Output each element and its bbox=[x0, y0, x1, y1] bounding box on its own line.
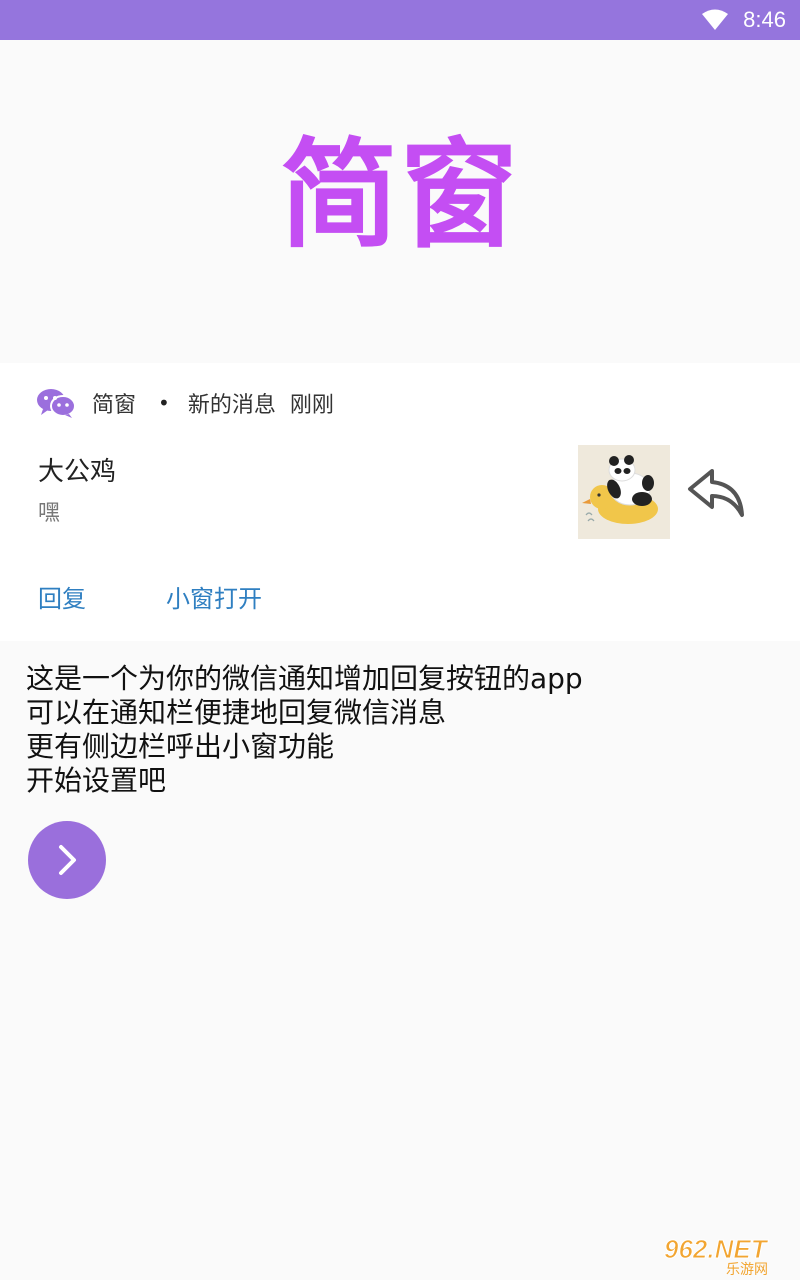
notification-message: 嘿 bbox=[38, 501, 61, 526]
chevron-right-icon bbox=[59, 845, 76, 875]
sender-avatar bbox=[578, 445, 670, 539]
reply-arrow-icon[interactable] bbox=[686, 467, 748, 519]
status-bar: 8:46 bbox=[0, 0, 800, 40]
app-description: 这是一个为你的微信通知增加回复按钮的app 可以在通知栏便捷地回复微信消息 更有… bbox=[26, 662, 766, 798]
panda-duck-avatar bbox=[578, 445, 670, 539]
notification-header: 简窗 • 新的消息 刚刚 bbox=[36, 385, 334, 421]
site-watermark-logo: 962.NET 乐游网 bbox=[664, 1234, 770, 1277]
app-title: 简窗 bbox=[279, 126, 520, 264]
description-line: 这是一个为你的微信通知增加回复按钮的app bbox=[26, 662, 583, 695]
watermark-brand: 962.NET bbox=[664, 1234, 769, 1264]
watermark-site: 乐游网 bbox=[726, 1262, 768, 1276]
notification-separator: • bbox=[158, 391, 170, 415]
notification-preview-card: 简窗 • 新的消息 刚刚 大公鸡 嘿 回复 小窗打开 bbox=[0, 363, 800, 641]
wifi-icon bbox=[702, 9, 729, 30]
open-window-action-button[interactable]: 小窗打开 bbox=[166, 579, 262, 614]
notification-kind: 新的消息 bbox=[187, 393, 276, 418]
description-line: 开始设置吧 bbox=[26, 764, 167, 797]
reply-action-button[interactable]: 回复 bbox=[38, 579, 86, 614]
description-line: 更有侧边栏呼出小窗功能 bbox=[26, 730, 335, 763]
next-button[interactable] bbox=[28, 821, 106, 899]
description-line: 可以在通知栏便捷地回复微信消息 bbox=[26, 696, 447, 729]
status-time: 8:46 bbox=[743, 7, 786, 32]
notification-sender: 大公鸡 bbox=[38, 457, 117, 487]
wechat-icon bbox=[37, 389, 76, 418]
notification-time: 刚刚 bbox=[289, 393, 334, 418]
notification-app-name: 简窗 bbox=[92, 393, 137, 418]
